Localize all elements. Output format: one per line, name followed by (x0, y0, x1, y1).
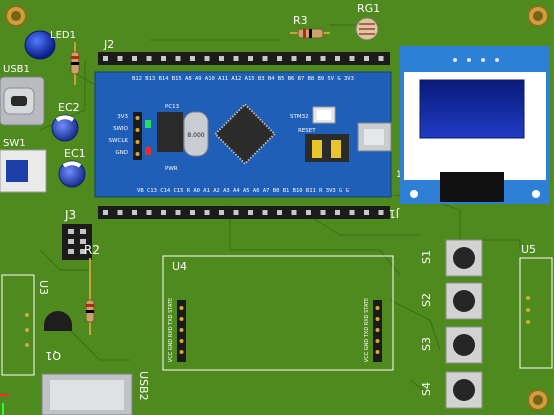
header-pin (291, 210, 297, 215)
s4-label: S4 (420, 382, 433, 396)
swd-gnd: GND (115, 150, 128, 156)
button-s4[interactable] (445, 371, 483, 409)
s3-label: S3 (420, 337, 433, 351)
header-pin (219, 210, 224, 215)
usb2-label: USB2 (137, 371, 150, 401)
header-pin (219, 56, 224, 61)
swd-3v3: 3V3 (117, 114, 128, 120)
oled-screen (419, 79, 525, 139)
s2-label: S2 (420, 293, 433, 307)
ec2-label: EC2 (58, 101, 80, 114)
header-pin (262, 210, 268, 215)
header-pin (161, 210, 166, 215)
header-pin (306, 56, 311, 61)
button-s3[interactable] (445, 326, 483, 364)
led-pc13 (145, 120, 151, 128)
header-pin (132, 210, 137, 215)
header-pin (320, 210, 326, 215)
header-pin (320, 56, 326, 61)
u4-right-pin-labels: VCC GND TXD RXD STATE (364, 298, 370, 362)
header-pin (146, 210, 152, 215)
header-pin (262, 56, 268, 61)
header-pin (335, 56, 340, 61)
header-j1 (98, 206, 390, 219)
header-pin (378, 210, 384, 215)
j1-label: J1 (389, 207, 400, 220)
header-pin (161, 56, 166, 61)
header-pin (277, 210, 282, 215)
u5-label: U5 (521, 243, 536, 256)
j2-label: J2 (103, 38, 114, 51)
header-pin (364, 210, 369, 215)
sw1-label: SW1 (3, 138, 26, 149)
module-bottom-pin-labels: VB C13 C14 C15 R A0 A1 A2 A3 A4 A5 A6 A7… (137, 188, 349, 194)
regulator-chip (157, 112, 183, 152)
q1-label: Q1 (45, 349, 61, 362)
header-pin (364, 56, 369, 61)
rg1-label: RG1 (357, 2, 380, 15)
header-pin (103, 210, 108, 215)
header-pin (175, 56, 181, 61)
header-pin (349, 210, 355, 215)
led-pwr (145, 147, 151, 155)
header-pin (117, 210, 123, 215)
header-pin (175, 210, 181, 215)
header-pin (190, 210, 195, 215)
header-pin (204, 210, 210, 215)
u4-left-pin-labels: VCC GND RXD TXD STATE (168, 298, 174, 362)
header-pin (248, 210, 253, 215)
pwr-label: PWR (165, 166, 178, 172)
reset-label: RESET (298, 128, 316, 134)
r2-label: R2 (84, 243, 100, 257)
ec1-label: EC1 (64, 147, 86, 160)
boot-jumper-block[interactable] (305, 134, 349, 162)
header-pin (204, 56, 210, 61)
header-pin (233, 56, 239, 61)
header-pin (349, 56, 355, 61)
header-pin (306, 210, 311, 215)
header-pin (146, 56, 152, 61)
swd-swclk: SWCLK (109, 138, 129, 144)
oled-ribbon (440, 172, 504, 202)
led1-label: LED1 (50, 30, 76, 41)
pc13-label: PC13 (165, 104, 180, 110)
header-pin (103, 56, 108, 61)
crystal-label: 8.000 (187, 132, 204, 139)
header-pin (291, 56, 297, 61)
button-s2[interactable] (445, 282, 483, 320)
u3-label: U3 (37, 280, 50, 295)
header-pin (117, 56, 123, 61)
header-pin (248, 56, 253, 61)
header-pin (378, 56, 384, 61)
module-top-pin-labels: B12 B13 B14 B15 A8 A9 A10 A11 A12 A15 B3… (132, 76, 354, 82)
stm32-label: STM32 (290, 114, 309, 120)
header-pin (132, 56, 137, 61)
u4-label: U4 (172, 260, 187, 273)
button-s1[interactable] (445, 239, 483, 277)
header-pin (277, 56, 282, 61)
s1-label: S1 (420, 250, 433, 264)
header-pin (190, 56, 195, 61)
r3-label: R3 (293, 14, 308, 27)
header-pin (233, 210, 239, 215)
header-j2 (98, 52, 390, 65)
swd-swio: SWIO (113, 126, 129, 132)
j3-label: J3 (64, 208, 76, 222)
pcb-canvas: LED1 USB1 SW1 EC2 EC1 R3 RG1 J2 B12 B13 … (0, 0, 554, 415)
usb1-label: USB1 (3, 64, 30, 75)
header-pin (335, 210, 340, 215)
pcb-3d-view: LED1 USB1 SW1 EC2 EC1 R3 RG1 J2 B12 B13 … (0, 0, 554, 415)
